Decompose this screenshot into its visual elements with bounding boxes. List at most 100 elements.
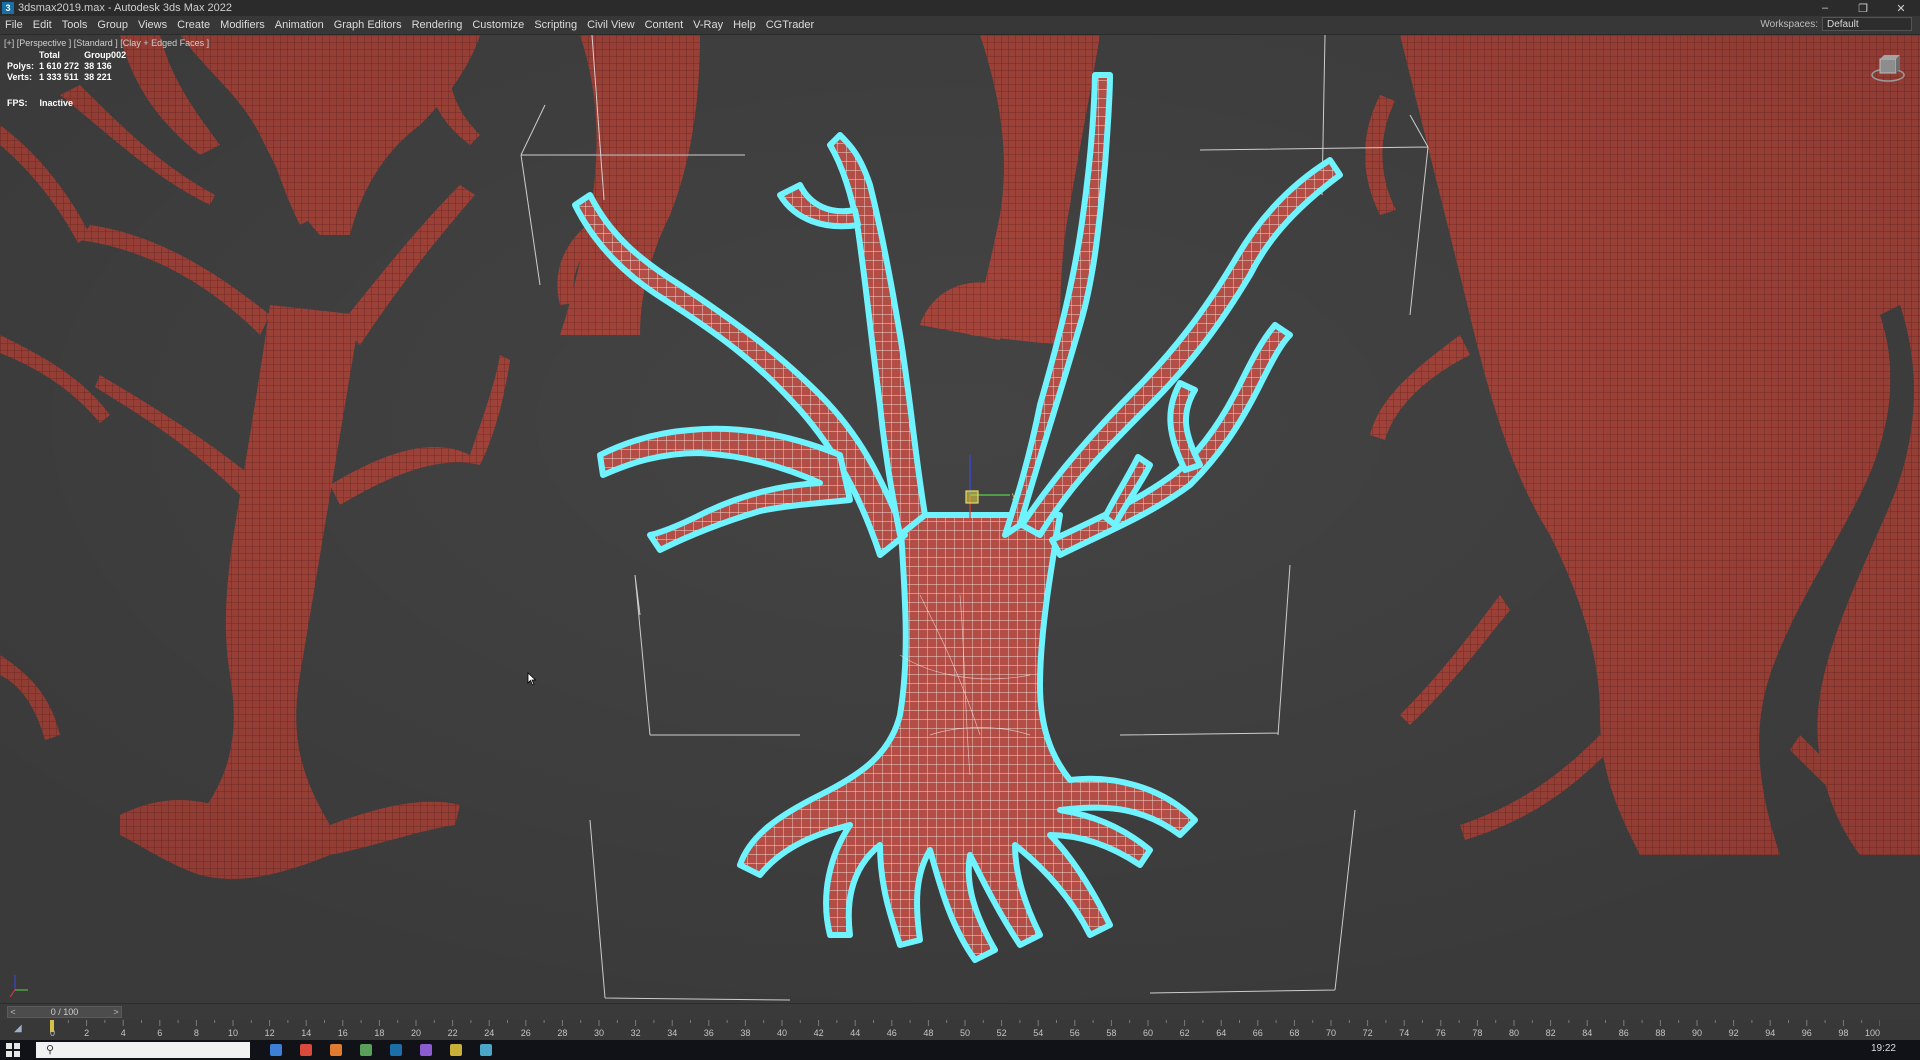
ruler-tick-label: 98 <box>1838 1028 1848 1038</box>
app-icon[interactable] <box>330 1044 342 1056</box>
app-icon[interactable] <box>420 1044 432 1056</box>
scene-render[interactable]: y <box>0 35 1920 1003</box>
ruler-tick-label: 76 <box>1436 1028 1446 1038</box>
minimize-icon[interactable]: – <box>1806 0 1844 16</box>
ruler-tick-label: 14 <box>301 1028 311 1038</box>
menu-views[interactable]: Views <box>133 16 172 34</box>
menu-modifiers[interactable]: Modifiers <box>215 16 270 34</box>
ruler-tick-label: 80 <box>1509 1028 1519 1038</box>
browser-icon[interactable] <box>300 1044 312 1056</box>
ruler-tick-label: 54 <box>1033 1028 1043 1038</box>
3ds-max-taskbar-icon[interactable] <box>390 1044 402 1056</box>
windows-start-icon[interactable] <box>6 1043 20 1057</box>
stats-verts-label: Verts: <box>7 72 33 82</box>
frame-display: 0 / 100 <box>50 1007 79 1017</box>
menu-content[interactable]: Content <box>640 16 689 34</box>
current-frame-marker[interactable] <box>50 1020 54 1032</box>
ruler-tick-label: 42 <box>814 1028 824 1038</box>
stats-verts-total: 1 333 511 <box>39 72 79 82</box>
frame-ruler[interactable]: 0 2 4 6 8 10 12 14 16 18 20 22 24 26 28 30 32 34 36 38 40 42 4… <box>50 1020 1880 1040</box>
workspaces-dropdown[interactable]: Default <box>1822 17 1912 31</box>
ruler-tick-label: 26 <box>521 1028 531 1038</box>
stats-polys-selection: 38 136 <box>84 61 112 71</box>
time-slider[interactable]: < 0 / 100 > <box>7 1006 122 1018</box>
time-next-button[interactable]: > <box>111 1007 121 1017</box>
menu-scripting[interactable]: Scripting <box>529 16 582 34</box>
ruler-tick-label: 84 <box>1582 1028 1592 1038</box>
fps-readout: FPS: Inactive <box>7 98 73 108</box>
3ds-max-icon[interactable]: 3 <box>2 2 14 14</box>
ruler-tick-label: 62 <box>1180 1028 1190 1038</box>
menu-file[interactable]: File <box>0 16 28 34</box>
menu-animation[interactable]: Animation <box>270 16 329 34</box>
menu-edit[interactable]: Edit <box>28 16 57 34</box>
ruler-tick-label: 46 <box>887 1028 897 1038</box>
ruler-tick-label: 90 <box>1692 1028 1702 1038</box>
stats-polys-label: Polys: <box>7 61 35 71</box>
ruler-tick-label: 6 <box>157 1028 162 1038</box>
taskbar-clock: 19:22 <box>1870 1043 1896 1054</box>
ruler-tick-label: 50 <box>960 1028 970 1038</box>
app-icon[interactable] <box>480 1044 492 1056</box>
ruler-tick-label: 8 <box>194 1028 199 1038</box>
file-explorer-icon[interactable] <box>270 1044 282 1056</box>
menu-civil-view[interactable]: Civil View <box>582 16 639 34</box>
menu-rendering[interactable]: Rendering <box>407 16 468 34</box>
ruler-tick-label: 52 <box>997 1028 1007 1038</box>
menu-group[interactable]: Group <box>92 16 133 34</box>
ruler-tick-label: 86 <box>1619 1028 1629 1038</box>
ruler-tick-label: 96 <box>1802 1028 1812 1038</box>
workspaces-control: Workspaces: Default <box>1760 17 1912 31</box>
viewcube-icon[interactable] <box>1870 51 1906 87</box>
ruler-tick-label: 12 <box>265 1028 275 1038</box>
menu-tools[interactable]: Tools <box>57 16 93 34</box>
ruler-tick-label: 48 <box>923 1028 933 1038</box>
track-bar[interactable]: ◢ 0 2 4 6 8 10 12 14 16 18 20 22 24 26 28 30 32 34 36 38 40 4… <box>0 1020 1920 1040</box>
ruler-tick-label: 64 <box>1216 1028 1226 1038</box>
restore-icon[interactable]: ❐ <box>1844 0 1882 16</box>
menu-help[interactable]: Help <box>728 16 761 34</box>
gizmo-axis-label: y <box>1012 491 1016 500</box>
stats-polys-total: 1 610 272 <box>39 61 80 71</box>
ruler-tick-label: 72 <box>1363 1028 1373 1038</box>
ruler-tick-label: 4 <box>121 1028 126 1038</box>
fps-value: Inactive <box>39 98 74 108</box>
ruler-tick-label: 16 <box>338 1028 348 1038</box>
close-icon[interactable]: ✕ <box>1882 0 1920 16</box>
menu-graph-editors[interactable]: Graph Editors <box>329 16 407 34</box>
mouse-cursor-icon <box>527 672 537 686</box>
window-controls: – ❐ ✕ <box>1806 0 1920 16</box>
viewport-label[interactable]: [+] [Perspective ] [Standard ] [Clay + E… <box>4 38 209 48</box>
ruler-tick-label: 74 <box>1399 1028 1409 1038</box>
ruler-tick-label: 82 <box>1546 1028 1556 1038</box>
ruler-tick-label: 28 <box>557 1028 567 1038</box>
stats-overlay: Total Group002 Polys: 1 610 272 38 136 V… <box>7 50 131 83</box>
ruler-tick-label: 58 <box>1106 1028 1116 1038</box>
menu-customize[interactable]: Customize <box>467 16 529 34</box>
ruler-tick-label: 94 <box>1765 1028 1775 1038</box>
ruler-tick-label: 100 <box>1865 1028 1880 1038</box>
key-filter-icon[interactable]: ◢ <box>14 1023 22 1034</box>
ruler-tick-label: 38 <box>740 1028 750 1038</box>
taskbar-search-input[interactable]: ⚲ <box>36 1042 250 1058</box>
time-prev-button[interactable]: < <box>8 1007 18 1017</box>
window-title: 3dsmax2019.max - Autodesk 3ds Max 2022 <box>18 2 233 14</box>
app-icon[interactable] <box>450 1044 462 1056</box>
ruler-tick-label: 88 <box>1655 1028 1665 1038</box>
stats-header-total: Total <box>39 50 60 60</box>
perspective-viewport[interactable]: y [+] [Perspective ] [Standard ] [Clay +… <box>0 35 1920 1003</box>
time-slider-bar: < 0 / 100 > <box>0 1003 1920 1020</box>
menu-create[interactable]: Create <box>172 16 215 34</box>
ruler-tick-label: 30 <box>594 1028 604 1038</box>
app-icon[interactable] <box>360 1044 372 1056</box>
windows-taskbar: ⚲ 19:22 <box>0 1040 1920 1060</box>
menu-bar: File Edit Tools Group Views Create Modif… <box>0 16 1920 35</box>
menu-cgtrader[interactable]: CGTrader <box>761 16 820 34</box>
ruler-tick-label: 70 <box>1326 1028 1336 1038</box>
ruler-tick-label: 36 <box>704 1028 714 1038</box>
ruler-tick-label: 66 <box>1253 1028 1263 1038</box>
ruler-tick-label: 10 <box>228 1028 238 1038</box>
ruler-tick-label: 78 <box>1472 1028 1482 1038</box>
menu-vray[interactable]: V-Ray <box>688 16 728 34</box>
ruler-tick-label: 40 <box>777 1028 787 1038</box>
